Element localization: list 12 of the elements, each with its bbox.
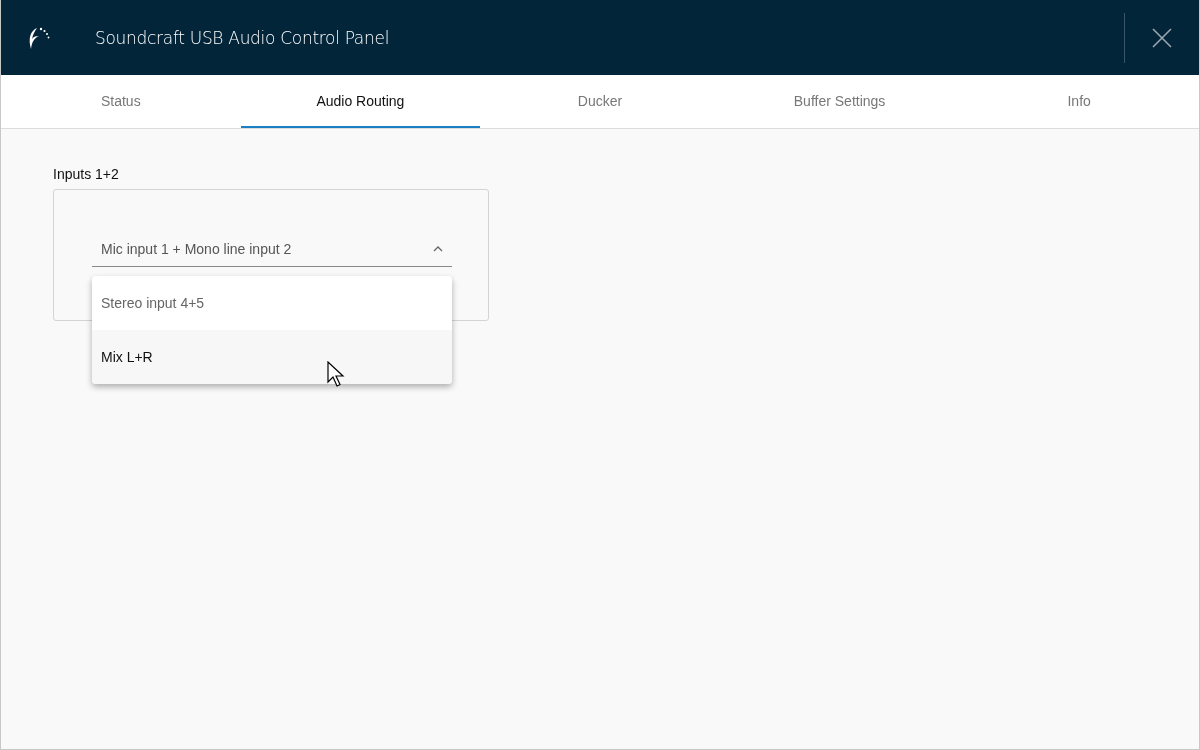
window-title: Soundcraft USB Audio Control Panel <box>95 27 390 48</box>
tab[interactable]: Ducker <box>480 75 720 128</box>
mouse-pointer-icon <box>327 361 347 389</box>
dropdown-option[interactable]: Stereo input 4+5 <box>92 276 452 330</box>
tab[interactable]: Info <box>959 75 1199 128</box>
tab[interactable]: Status <box>1 75 241 128</box>
chevron-icon <box>433 245 443 252</box>
tab[interactable]: Buffer Settings <box>719 75 960 128</box>
group-label: Inputs 1+2 <box>53 166 120 182</box>
dropdown-option[interactable]: Mix L+R <box>92 330 452 384</box>
dropdown-field[interactable]: Mic input 1 + Mono line input 2 <box>92 231 452 267</box>
close-icon <box>1151 26 1173 49</box>
